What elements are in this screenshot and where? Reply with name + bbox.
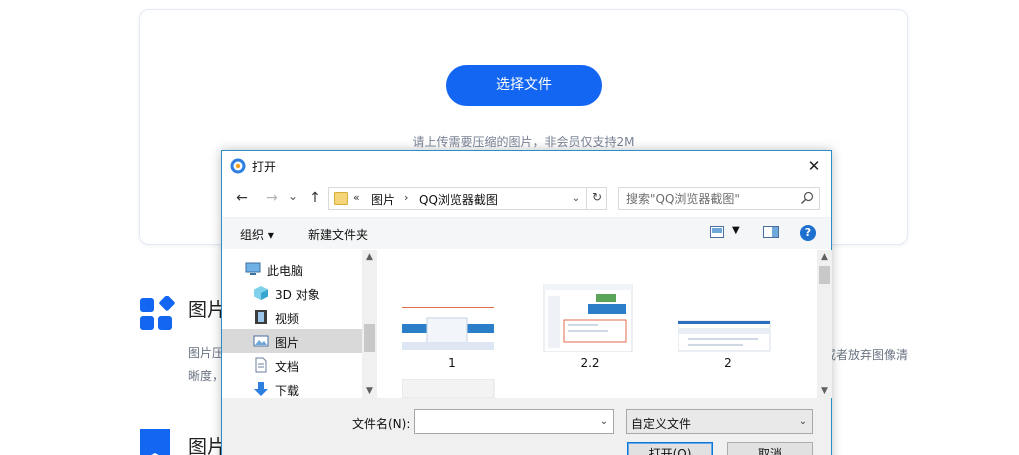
- nav-item-videos[interactable]: 视频: [222, 305, 362, 329]
- nav-item-documents[interactable]: 文档: [222, 353, 362, 377]
- open-file-dialog: 打开 ✕ ← → ⌄ ↑ « 图片 › QQ浏览器截图 ⌄ ↻ 组织 ▾ 新建文…: [221, 150, 832, 455]
- search-icon[interactable]: [800, 191, 814, 205]
- help-icon[interactable]: ?: [800, 225, 816, 241]
- file-list-scrollbar[interactable]: ▲ ▼: [817, 250, 832, 398]
- file-thumbnail: [402, 302, 502, 352]
- dialog-title: 打开: [252, 160, 277, 174]
- file-thumbnail: [402, 379, 495, 398]
- address-separator[interactable]: ›: [404, 191, 408, 204]
- nav-item-label: 图片: [275, 336, 300, 350]
- file-item[interactable]: 1: [402, 292, 502, 392]
- grid-icon: [140, 296, 175, 330]
- dialog-footer: 文件名(N): ⌄ 自定义文件 ⌄ 打开(O) 取消: [222, 398, 831, 455]
- qq-browser-icon: [230, 158, 246, 174]
- up-button[interactable]: ↑: [305, 187, 325, 209]
- file-type-value: 自定义文件: [631, 417, 692, 431]
- feature-desc-line1: 图片压: [188, 346, 225, 360]
- open-button[interactable]: 打开(O): [627, 442, 713, 455]
- file-name: 2.2: [580, 356, 600, 370]
- feature-desc-right: 或者放弃图像清: [824, 348, 909, 362]
- dialog-titlebar: 打开 ✕: [222, 151, 831, 181]
- file-name: 1: [448, 356, 456, 370]
- scroll-down-icon[interactable]: ▼: [362, 384, 377, 398]
- scroll-up-icon[interactable]: ▲: [817, 250, 832, 264]
- file-thumbnail: [678, 320, 771, 352]
- close-button[interactable]: ✕: [797, 151, 831, 181]
- recent-locations-button[interactable]: ⌄: [286, 185, 300, 207]
- refresh-button[interactable]: ↻: [586, 187, 607, 210]
- scroll-down-icon[interactable]: ▼: [817, 384, 832, 398]
- address-overflow-chevron[interactable]: «: [353, 191, 360, 204]
- forward-button[interactable]: →: [262, 187, 282, 209]
- nav-item-label: 下载: [275, 384, 300, 398]
- computer-icon: [245, 262, 261, 275]
- upload-hint: 请上传需要压缩的图片，非会员仅支持2M: [412, 135, 635, 149]
- back-button[interactable]: ←: [232, 187, 252, 209]
- address-segment-qq-screenshots[interactable]: QQ浏览器截图: [419, 191, 498, 208]
- filename-label: 文件名(N):: [352, 417, 411, 431]
- file-item[interactable]: 2.2: [540, 284, 640, 392]
- scroll-up-icon[interactable]: ▲: [362, 250, 377, 264]
- file-item[interactable]: [402, 379, 502, 398]
- downloads-icon: [254, 382, 268, 396]
- folder-icon: [334, 192, 348, 205]
- scroll-thumb[interactable]: [364, 324, 375, 352]
- 3d-objects-icon: [254, 286, 268, 300]
- filename-field[interactable]: ⌄: [414, 409, 614, 434]
- file-type-select[interactable]: 自定义文件 ⌄: [626, 409, 813, 434]
- file-thumbnail: [543, 284, 633, 352]
- chevron-down-icon[interactable]: ⌄: [595, 410, 613, 433]
- address-segment-pictures[interactable]: 图片: [371, 191, 395, 208]
- view-mode-dropdown-icon[interactable]: ▼: [732, 225, 740, 236]
- address-bar[interactable]: « 图片 › QQ浏览器截图 ⌄: [328, 187, 607, 210]
- file-name: 2: [724, 356, 732, 370]
- chevron-down-icon[interactable]: ⌄: [794, 410, 812, 433]
- search-box[interactable]: [618, 187, 820, 210]
- nav-item-pictures[interactable]: 图片: [222, 329, 362, 353]
- preview-pane-icon[interactable]: [763, 226, 779, 238]
- feature-desc-line2: 晰度，: [188, 369, 225, 383]
- nav-item-this-pc[interactable]: 此电脑: [222, 257, 362, 281]
- documents-icon: [255, 357, 267, 373]
- new-folder-button[interactable]: 新建文件夹: [308, 226, 368, 243]
- nav-item-label: 3D 对象: [275, 288, 320, 302]
- select-file-button[interactable]: 选择文件: [446, 65, 602, 106]
- file-item[interactable]: 2: [678, 292, 778, 392]
- nav-item-label: 文档: [275, 360, 300, 374]
- organize-button[interactable]: 组织 ▾: [240, 226, 274, 243]
- scroll-thumb[interactable]: [819, 266, 830, 284]
- nav-pane-scrollbar[interactable]: ▲ ▼: [362, 250, 377, 398]
- view-mode-icon[interactable]: [710, 226, 724, 238]
- cancel-button[interactable]: 取消: [727, 442, 813, 455]
- chevron-down-icon[interactable]: ⌄: [566, 188, 586, 209]
- navigation-pane: 此电脑 3D 对象 视频 图片 文档 下载 ▲ ▼: [222, 250, 377, 398]
- search-input[interactable]: [619, 188, 797, 209]
- dialog-toolbar: 组织 ▾ 新建文件夹 ▼ ?: [222, 217, 831, 249]
- video-icon: [255, 310, 267, 324]
- nav-item-3d-objects[interactable]: 3D 对象: [222, 281, 362, 305]
- file-list: 1 2.2 2 ▲ ▼: [380, 250, 832, 398]
- pictures-icon: [253, 335, 269, 347]
- bookmark-icon: [140, 429, 170, 455]
- nav-item-label: 视频: [275, 312, 300, 326]
- nav-item-label: 此电脑: [267, 264, 304, 278]
